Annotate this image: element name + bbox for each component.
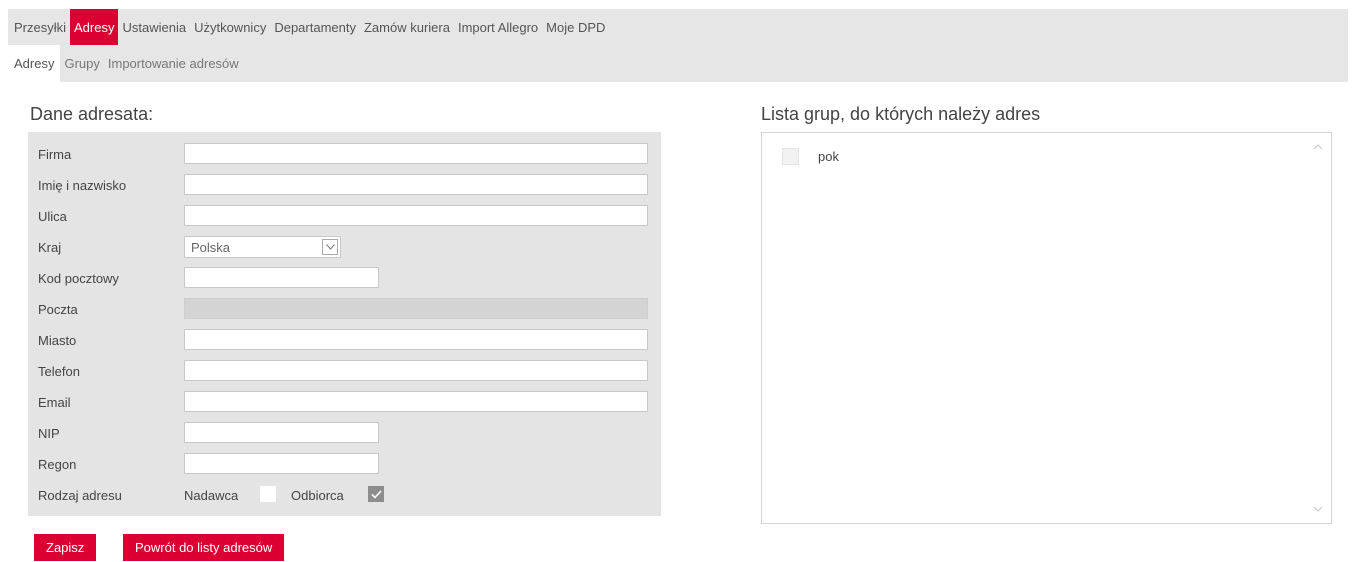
row-nip: NIP xyxy=(28,422,661,446)
email-input[interactable] xyxy=(184,391,648,412)
kraj-select[interactable]: Polska xyxy=(184,236,341,258)
sub-nav: Adresy Grupy Importowanie adresów xyxy=(8,45,1348,82)
row-poczta: Poczta xyxy=(28,298,661,322)
nav-tab-uzytkownicy[interactable]: Użytkownicy xyxy=(190,9,270,45)
scroll-up-icon[interactable] xyxy=(1313,143,1323,151)
row-imie: Imię i nazwisko xyxy=(28,174,661,198)
subnav-tab-importowanie[interactable]: Importowanie adresów xyxy=(104,45,243,82)
main-nav: Przesyłki Adresy Ustawienia Użytkownicy … xyxy=(8,9,1348,45)
row-rodzaj: Rodzaj adresu Nadawca Odbiorca xyxy=(28,484,661,508)
row-telefon: Telefon xyxy=(28,360,661,384)
nadawca-checkbox[interactable] xyxy=(260,486,276,502)
miasto-input[interactable] xyxy=(184,329,648,350)
imie-nazwisko-input[interactable] xyxy=(184,174,648,195)
row-email: Email xyxy=(28,391,661,415)
nav-tab-import-allegro[interactable]: Import Allegro xyxy=(454,9,542,45)
row-kod: Kod pocztowy xyxy=(28,267,661,291)
nav-tab-przesylki[interactable]: Przesyłki xyxy=(8,9,70,45)
label-telefon: Telefon xyxy=(38,364,80,379)
label-rodzaj: Rodzaj adresu xyxy=(38,488,122,503)
ulica-input[interactable] xyxy=(184,205,648,226)
poczta-input xyxy=(184,298,648,319)
group-label: pok xyxy=(818,149,839,164)
label-imie: Imię i nazwisko xyxy=(38,178,127,193)
telefon-input[interactable] xyxy=(184,360,648,381)
scroll-down-icon[interactable] xyxy=(1313,505,1323,513)
row-regon: Regon xyxy=(28,453,661,477)
form-title: Dane adresata: xyxy=(30,104,154,124)
label-miasto: Miasto xyxy=(38,333,77,348)
firma-input[interactable] xyxy=(184,143,648,164)
nav-tab-zamow-kuriera[interactable]: Zamów kuriera xyxy=(360,9,454,45)
save-button[interactable]: Zapisz xyxy=(34,534,97,561)
row-miasto: Miasto xyxy=(28,329,661,353)
groups-title: Lista grup, do których należy adres xyxy=(761,104,1041,124)
row-ulica: Ulica xyxy=(28,205,661,229)
row-kraj: Kraj Polska xyxy=(28,236,661,260)
nav-tab-moje-dpd[interactable]: Moje DPD xyxy=(542,9,609,45)
chevron-down-icon[interactable] xyxy=(322,239,338,255)
regon-input[interactable] xyxy=(184,453,379,474)
label-odbiorca: Odbiorca xyxy=(291,488,344,503)
label-poczta: Poczta xyxy=(38,302,78,317)
odbiorca-checkbox[interactable] xyxy=(368,486,384,502)
nip-input[interactable] xyxy=(184,422,379,443)
checkmark-icon xyxy=(370,489,382,499)
label-kraj: Kraj xyxy=(38,240,62,255)
address-form: Firma Imię i nazwisko Ulica Kraj Polska … xyxy=(28,132,661,516)
nav-tab-ustawienia[interactable]: Ustawienia xyxy=(118,9,190,45)
nav-tab-departamenty[interactable]: Departamenty xyxy=(270,9,360,45)
label-firma: Firma xyxy=(38,147,72,162)
groups-list: pok xyxy=(761,132,1332,524)
label-nip: NIP xyxy=(38,426,60,441)
label-nadawca: Nadawca xyxy=(184,488,239,503)
kod-pocztowy-input[interactable] xyxy=(184,267,379,288)
row-firma: Firma xyxy=(28,143,661,167)
subnav-tab-grupy[interactable]: Grupy xyxy=(60,45,103,82)
label-ulica: Ulica xyxy=(38,209,67,224)
nav-tab-adresy[interactable]: Adresy xyxy=(70,9,119,45)
group-pok-checkbox[interactable] xyxy=(782,148,799,165)
kraj-select-value: Polska xyxy=(191,240,231,255)
back-to-list-button[interactable]: Powrót do listy adresów xyxy=(123,534,285,561)
label-email: Email xyxy=(38,395,71,410)
label-regon: Regon xyxy=(38,457,77,472)
subnav-tab-adresy[interactable]: Adresy xyxy=(8,45,61,82)
label-kod: Kod pocztowy xyxy=(38,271,119,286)
